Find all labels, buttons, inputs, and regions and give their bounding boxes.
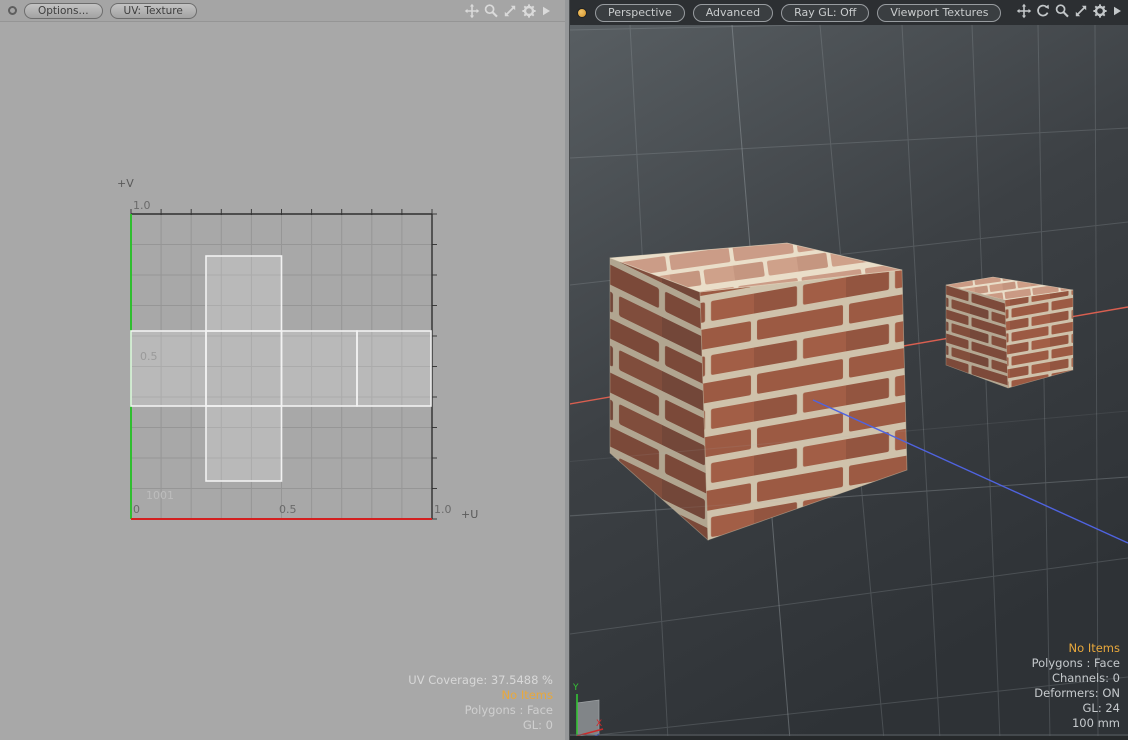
uv-polygons-text: Polygons : Face — [408, 703, 553, 718]
pan-icon[interactable] — [464, 3, 480, 19]
ray-gl-button[interactable]: Ray GL: Off — [781, 4, 869, 22]
uv-v-mid-label: 0.5 — [140, 350, 158, 363]
gear-icon[interactable] — [521, 3, 537, 19]
uv-v-max-label: 1.0 — [133, 199, 151, 212]
gizmo-x-label: X — [596, 719, 602, 729]
uv-udim-label: 1001 — [146, 489, 174, 502]
viewport-textures-button[interactable]: Viewport Textures — [877, 4, 1001, 22]
expand-arrow-icon[interactable] — [540, 3, 552, 19]
perspective-viewport-pane: Y X Perspective Advanced Ray GL: Off Vie… — [570, 0, 1128, 740]
viewport-deformers-text: Deformers: ON — [1032, 686, 1120, 701]
uv-texture-button[interactable]: UV: Texture — [110, 3, 197, 19]
viewport-channels-text: Channels: 0 — [1032, 671, 1120, 686]
viewport-bottom-strip — [570, 736, 1128, 740]
viewport-status-block: No Items Polygons : Face Channels: 0 Def… — [1032, 641, 1120, 731]
uv-u-origin-label: 0 — [133, 503, 140, 516]
zoom-icon[interactable] — [1054, 3, 1070, 19]
uv-status-block: UV Coverage: 37.5488 % No Items Polygons… — [408, 673, 553, 733]
uv-gl-text: GL: 0 — [408, 718, 553, 733]
uv-shell-face-4[interactable] — [357, 331, 431, 406]
shading-mode-button[interactable]: Advanced — [693, 4, 773, 22]
uv-shell-face-top[interactable] — [206, 256, 282, 331]
expand-icon[interactable] — [1073, 3, 1089, 19]
zoom-icon[interactable] — [483, 3, 499, 19]
viewport-canvas[interactable]: Y X — [570, 25, 1128, 740]
uv-items-text: No Items — [408, 688, 553, 703]
expand-arrow-icon[interactable] — [1111, 3, 1123, 19]
brick-cube-small — [946, 277, 1073, 388]
uv-shell-face-1[interactable] — [131, 331, 206, 406]
viewport-polygons-text: Polygons : Face — [1032, 656, 1120, 671]
uv-shells — [131, 256, 431, 481]
options-button[interactable]: Options... — [24, 3, 103, 19]
uv-right-ticks — [432, 214, 437, 519]
uv-v-axis-label: +V — [117, 177, 134, 190]
uv-shell-face-2[interactable] — [206, 331, 282, 406]
rotate-icon[interactable] — [1035, 3, 1051, 19]
uv-u-axis-label: +U — [461, 508, 478, 521]
uv-shell-face-3[interactable] — [282, 331, 358, 406]
view-mode-button[interactable]: Perspective — [595, 4, 685, 22]
viewport-gl-text: GL: 24 — [1032, 701, 1120, 716]
uv-u-mid-label: 0.5 — [279, 503, 297, 516]
viewport-grid-size-text: 100 mm — [1032, 716, 1120, 731]
pan-icon[interactable] — [1016, 3, 1032, 19]
gizmo-y-label: Y — [572, 683, 579, 693]
viewport-items-text: No Items — [1032, 641, 1120, 656]
uv-u-max-label: 1.0 — [434, 503, 452, 516]
viewport-header-icons — [1016, 3, 1123, 19]
expand-icon[interactable] — [502, 3, 518, 19]
uv-shell-face-bottom[interactable] — [206, 406, 282, 481]
pane-options-ring-icon[interactable] — [8, 6, 17, 15]
uv-canvas[interactable]: +V 1.0 0.5 1001 0 0.5 1.0 +U — [0, 0, 565, 740]
uv-header-icons — [464, 3, 552, 19]
viewport-options-dot-icon[interactable] — [577, 8, 587, 18]
gear-icon[interactable] — [1092, 3, 1108, 19]
uv-coverage-text: UV Coverage: 37.5488 % — [408, 673, 553, 688]
uv-editor-pane: +V 1.0 0.5 1001 0 0.5 1.0 +U Options... … — [0, 0, 565, 740]
